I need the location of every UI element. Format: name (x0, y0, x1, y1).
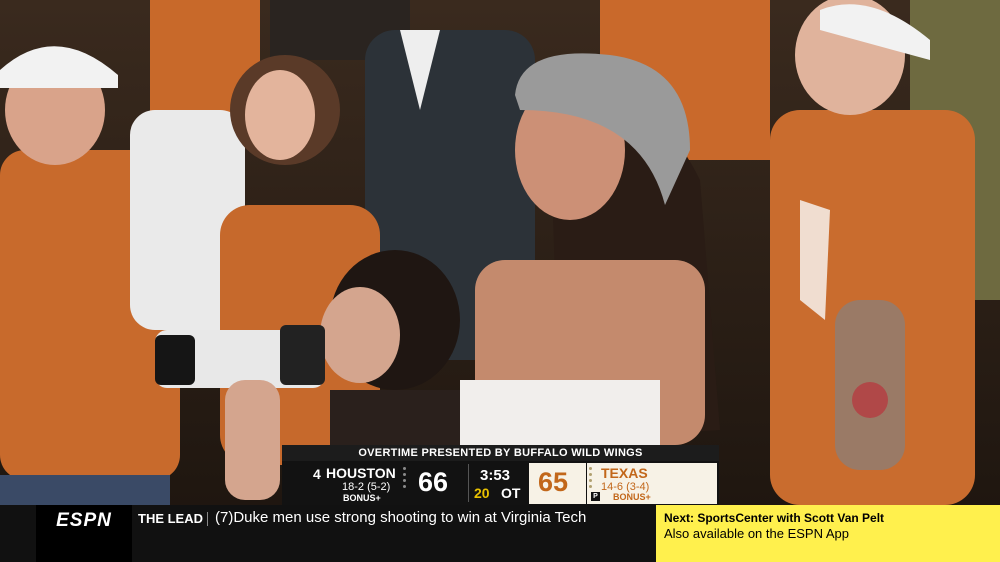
shot-clock: 20 (474, 485, 490, 501)
longhorn-logo (800, 200, 830, 320)
camera-body (280, 325, 325, 385)
home-timeouts (589, 467, 593, 491)
ticker-section: THE LEAD (138, 511, 203, 526)
scorebug: 4 HOUSTON 18-2 (5-2) BONUS+ 66 3:53 20 O… (282, 461, 719, 505)
home-bonus: BONUS+ (613, 492, 651, 502)
home-team-panel: TEXAS 14-6 (3-4) P BONUS+ (587, 463, 717, 504)
espn-logo: ESPN (36, 505, 132, 562)
white-top (460, 380, 660, 445)
away-record: 18-2 (5-2) (342, 481, 391, 493)
away-timeouts (403, 467, 407, 491)
away-bonus: BONUS+ (343, 493, 381, 503)
period: OT (501, 485, 521, 501)
scorebug-header: OVERTIME PRESENTED BY BUFFALO WILD WINGS (282, 445, 719, 461)
home-team-name: TEXAS (601, 465, 648, 481)
away-team-name: HOUSTON (326, 465, 396, 481)
away-rank: 4 (313, 466, 321, 482)
away-team-panel: 4 HOUSTON 18-2 (5-2) BONUS+ (282, 461, 411, 505)
up-next-subtitle: Also available on the ESPN App (664, 526, 850, 541)
up-next-title: Next: SportsCenter with Scott Van Pelt (664, 511, 885, 525)
ticker-headline: (7)Duke men use strong shooting to win a… (215, 509, 587, 526)
possession-indicator: P (591, 492, 600, 501)
away-score: 66 (418, 467, 449, 497)
game-clock: 3:53 (480, 467, 511, 484)
divider (207, 512, 208, 526)
up-next-panel: Next: SportsCenter with Scott Van Pelt A… (656, 505, 1000, 562)
bottom-ticker: ESPN THE LEAD (7)Duke men use strong sho… (0, 505, 656, 562)
home-score: 65 (538, 467, 569, 497)
